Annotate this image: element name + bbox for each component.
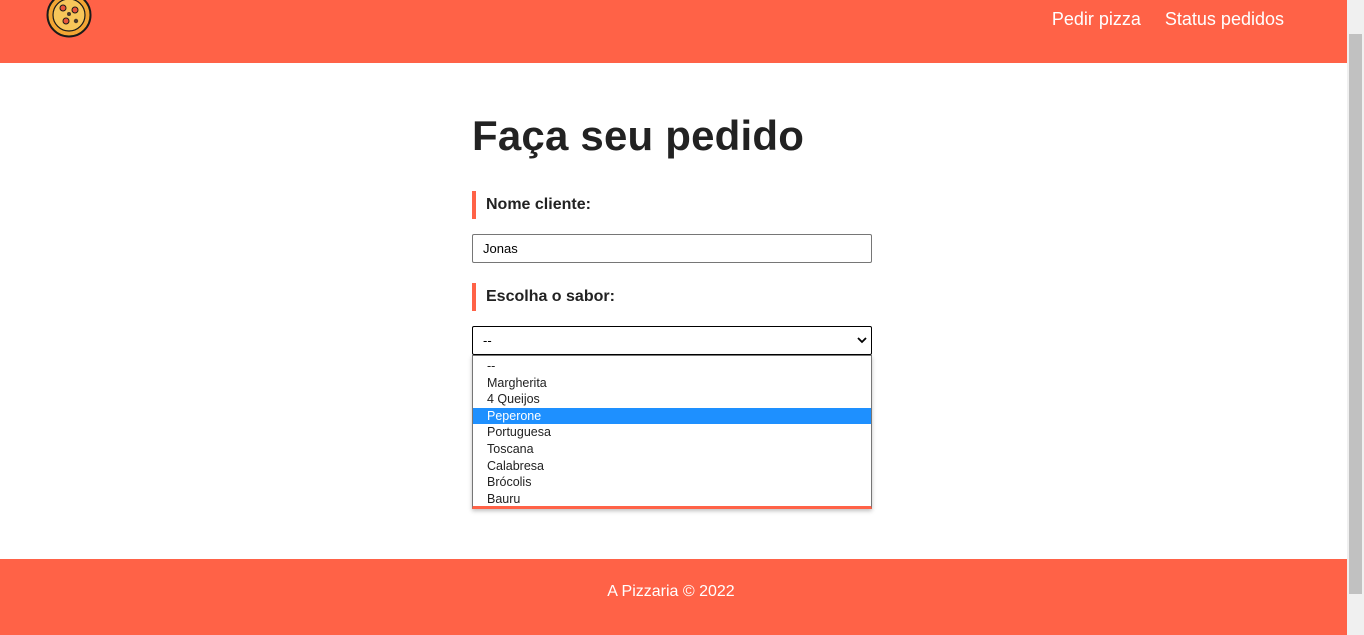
flavor-label: Escolha o sabor: [472,283,872,311]
flavor-option[interactable]: Peperone [473,407,871,425]
footer-copyright: A Pizzaria © 2022 [607,583,735,600]
name-input[interactable]: Jonas [472,234,872,263]
flavor-option[interactable]: Bauru [473,491,871,508]
flavor-select-value: -- [483,333,492,348]
flavor-option[interactable]: Toscana [473,441,871,458]
flavor-dropdown-list: -- Margherita 4 Queijos Peperone Portuguesa T… [472,355,872,509]
scrollbar-thumb[interactable] [1349,34,1362,594]
page-title: Faça seu pedido [472,112,805,159]
flavor-option[interactable]: Brócolis [473,474,871,491]
name-label: Nome cliente: [472,191,872,219]
main-nav: Pedir pizza Status pedidos [1052,8,1284,30]
site-header: Pedir pizza Status pedidos [0,0,1347,63]
flavor-option[interactable]: Margherita [473,375,871,392]
nav-link-pedir-pizza[interactable]: Pedir pizza [1052,8,1141,30]
site-footer: A Pizzaria © 2022 [0,559,1347,635]
flavor-option[interactable]: Calabresa [473,458,871,475]
nav-link-status-pedidos[interactable]: Status pedidos [1165,8,1284,30]
pizza-icon[interactable] [46,0,92,38]
page-scrollbar[interactable] [1347,0,1364,635]
flavor-option[interactable]: -- [473,358,871,375]
flavor-option[interactable]: 4 Queijos [473,391,871,408]
order-form: Faça seu pedido Nome cliente: Jonas Esco… [472,108,872,509]
page: Pedir pizza Status pedidos Faça seu pedi… [0,0,1364,635]
flavor-select[interactable]: -- [472,326,872,355]
flavor-option[interactable]: Portuguesa [473,424,871,441]
chevron-down-icon [857,337,867,344]
